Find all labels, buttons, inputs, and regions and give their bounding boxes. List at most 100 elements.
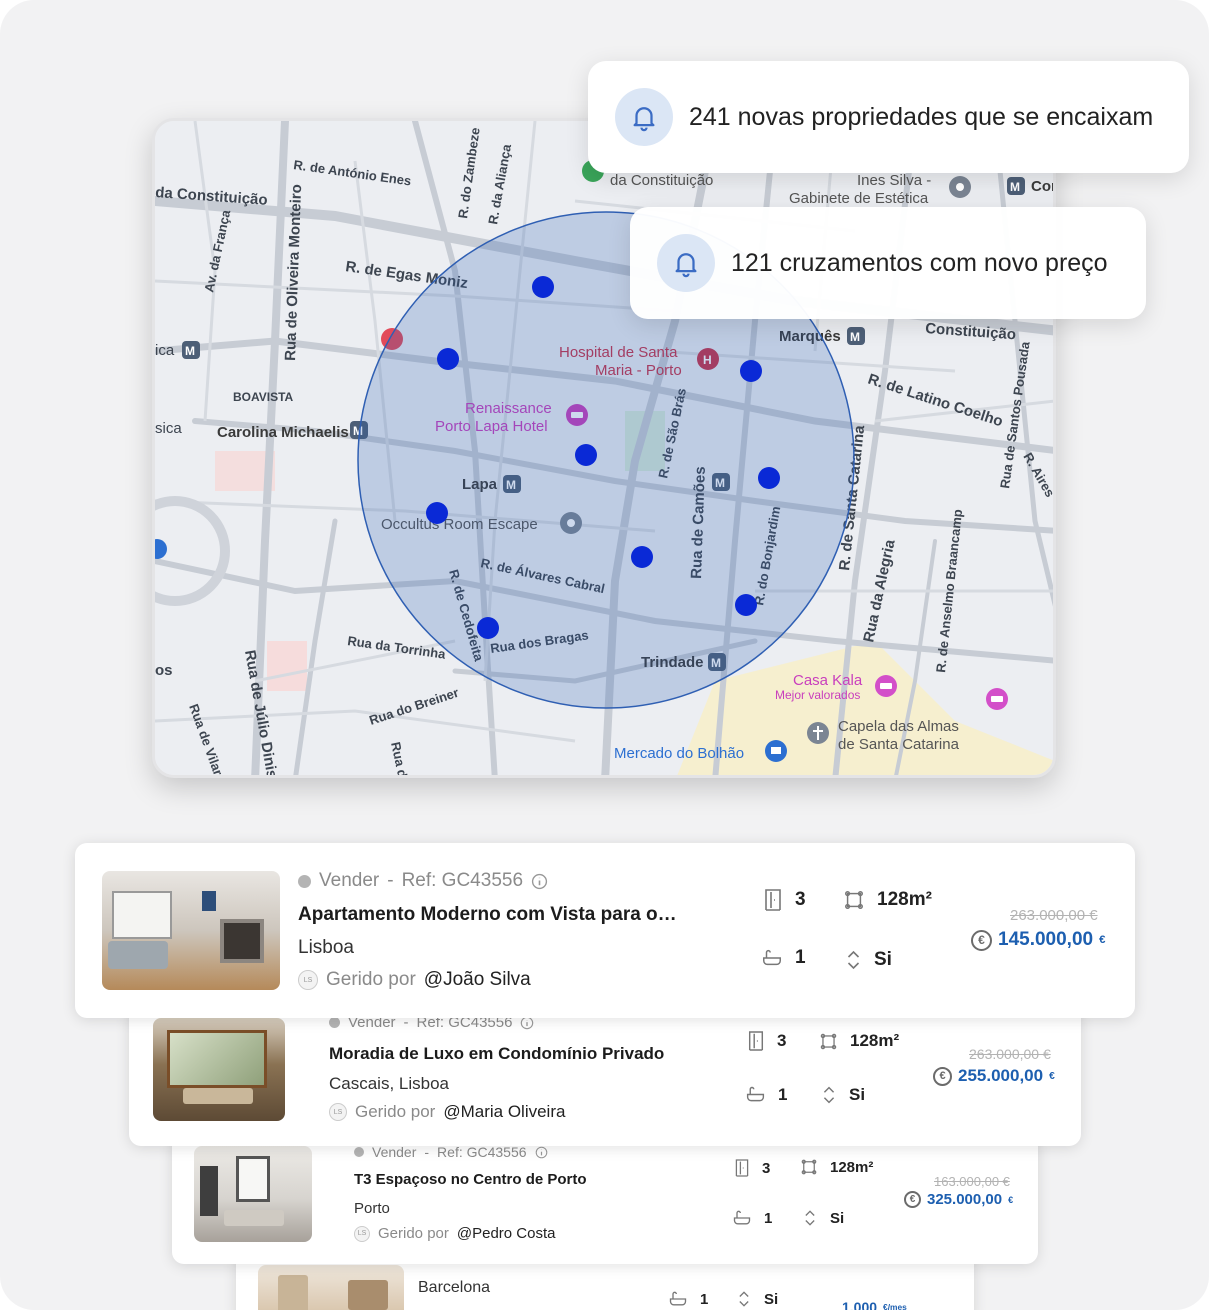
elevator-icon bbox=[823, 1086, 835, 1104]
area-icon bbox=[801, 1159, 817, 1175]
place-casa-kala-sub: Mejor valorados bbox=[775, 688, 860, 702]
status-dot bbox=[354, 1147, 364, 1157]
status-dot bbox=[329, 1017, 340, 1028]
hospital-area bbox=[267, 641, 307, 691]
svg-text:M: M bbox=[185, 344, 195, 358]
label-ica: ica bbox=[155, 342, 175, 359]
property-pin[interactable] bbox=[532, 276, 554, 298]
label-os: os bbox=[155, 662, 173, 679]
status-dot bbox=[298, 874, 311, 888]
spec-area: 128m² bbox=[819, 1031, 899, 1051]
bell-icon bbox=[657, 234, 715, 292]
place-casa-kala[interactable]: Casa Kala bbox=[793, 672, 863, 689]
spec-rooms: 3 bbox=[734, 1158, 770, 1178]
notification-text: 241 novas propriedades que se encaixam bbox=[689, 102, 1154, 131]
spec-baths: 1 bbox=[761, 947, 806, 969]
listing-title[interactable]: Apartamento Moderno com Vista para o… bbox=[298, 904, 677, 926]
listing-photo[interactable] bbox=[102, 871, 280, 990]
listing-card[interactable]: Vender - Ref: GC43556 Apartamento Modern… bbox=[75, 843, 1135, 1018]
property-pin[interactable] bbox=[740, 360, 762, 382]
euro-icon: € bbox=[904, 1191, 921, 1208]
listing-price: € 255.000,00 € bbox=[933, 1066, 1055, 1086]
area-icon bbox=[845, 891, 863, 909]
listing-photo[interactable] bbox=[258, 1265, 404, 1310]
door-icon bbox=[748, 1031, 764, 1051]
spec-baths: 1 bbox=[732, 1208, 772, 1228]
bath-icon bbox=[763, 949, 781, 966]
manager-name[interactable]: @Maria Oliveira bbox=[443, 1102, 565, 1122]
listing-old-price: 263.000,00 € bbox=[969, 1046, 1051, 1062]
place-ines-2[interactable]: Gabinete de Estética bbox=[789, 190, 929, 207]
elevator-icon bbox=[739, 1291, 749, 1307]
svg-text:M: M bbox=[1010, 180, 1020, 194]
listing-meta: Vender - Ref: GC43556 bbox=[354, 1144, 548, 1160]
manager-name[interactable]: @João Silva bbox=[424, 969, 531, 991]
notification-new-properties[interactable]: 241 novas propriedades que se encaixam bbox=[588, 61, 1189, 173]
spec-baths: 1 bbox=[668, 1289, 708, 1309]
listing-title[interactable]: T3 Espaçoso no Centro de Porto bbox=[354, 1171, 587, 1188]
place-carolina[interactable]: Carolina Michaelis bbox=[217, 424, 349, 441]
avatar: LS bbox=[329, 1103, 347, 1121]
place-capela-2[interactable]: de Santa Catarina bbox=[838, 736, 960, 753]
label-boavista: BOAVISTA bbox=[233, 390, 294, 404]
elevator-icon bbox=[847, 950, 860, 970]
listing-title[interactable]: Moradia de Luxo em Condomínio Privado bbox=[329, 1044, 664, 1064]
spec-area: 128m² bbox=[843, 889, 932, 911]
listing-location: Cascais, Lisboa bbox=[329, 1074, 450, 1093]
spec-area: 128m² bbox=[800, 1158, 873, 1176]
notification-text: 121 cruzamentos com novo preço bbox=[731, 248, 1108, 277]
property-pin[interactable] bbox=[735, 594, 757, 616]
listing-manager: LS Gerido por @João Silva bbox=[298, 969, 531, 991]
place-ines[interactable]: Ines Silva - bbox=[857, 172, 931, 189]
place-capela[interactable]: Capela das Almas bbox=[838, 718, 959, 735]
spec-rooms: 3 bbox=[747, 1030, 786, 1052]
svg-text:M: M bbox=[850, 330, 860, 344]
listing-card[interactable]: Vender - Ref: GC43556 Moradia de Luxo em… bbox=[129, 1000, 1081, 1146]
label-constituicao-top: da Constituição bbox=[610, 172, 713, 189]
door-icon bbox=[735, 1159, 749, 1177]
door-icon bbox=[765, 889, 781, 911]
app-frame: R. de António Enes R. do Zambeze R. da A… bbox=[0, 0, 1209, 1310]
listing-price: € 325.000,00 € bbox=[904, 1191, 1013, 1208]
listing-manager: LS Gerido por @Maria Oliveira bbox=[329, 1102, 565, 1122]
avatar: LS bbox=[298, 970, 318, 990]
spec-baths: 1 bbox=[745, 1084, 787, 1105]
property-pin[interactable] bbox=[477, 617, 499, 639]
bell-icon bbox=[615, 88, 673, 146]
listing-ref: Ref: GC43556 bbox=[401, 870, 524, 891]
listing-location: Porto bbox=[354, 1200, 390, 1217]
listing-status: Vender bbox=[319, 870, 380, 891]
listing-card[interactable]: Vender - Ref: GC43556 T3 Espaçoso no Cen… bbox=[172, 1128, 1038, 1264]
elevator-icon bbox=[805, 1210, 815, 1226]
property-pin[interactable] bbox=[575, 444, 597, 466]
spec-rooms: 3 bbox=[763, 888, 806, 912]
notification-price-matches[interactable]: 121 cruzamentos com novo preço bbox=[630, 207, 1146, 319]
property-pin[interactable] bbox=[758, 467, 780, 489]
listing-photo[interactable] bbox=[194, 1146, 312, 1242]
place-con[interactable]: Con bbox=[1031, 178, 1056, 195]
listing-location: Lisboa bbox=[298, 937, 354, 958]
listing-meta: Vender - Ref: GC43556 bbox=[298, 870, 548, 892]
info-icon[interactable] bbox=[531, 873, 548, 890]
listing-ref: Ref: GC43556 bbox=[437, 1144, 527, 1160]
spec-elevator: Si bbox=[821, 1084, 865, 1106]
place-mercado[interactable]: Mercado do Bolhão bbox=[614, 745, 744, 762]
property-pin[interactable] bbox=[437, 348, 459, 370]
spec-elevator: Si bbox=[802, 1208, 844, 1228]
manager-name[interactable]: @Pedro Costa bbox=[457, 1225, 556, 1242]
avatar: LS bbox=[354, 1225, 370, 1242]
bath-icon bbox=[746, 1086, 765, 1102]
spec-elevator: Si bbox=[736, 1289, 778, 1309]
listing-old-price: 163.000,00 € bbox=[934, 1174, 1010, 1189]
listing-price: 1.000 €/mes bbox=[842, 1299, 907, 1310]
listing-old-price: 263.000,00 € bbox=[1010, 907, 1098, 924]
info-icon[interactable] bbox=[535, 1146, 548, 1159]
spec-elevator: Si bbox=[845, 948, 892, 972]
listing-photo[interactable] bbox=[153, 1018, 285, 1121]
label-sica: sica bbox=[155, 420, 182, 437]
property-pin[interactable] bbox=[631, 546, 653, 568]
property-pin[interactable] bbox=[426, 502, 448, 524]
bath-icon bbox=[669, 1291, 687, 1306]
euro-icon: € bbox=[933, 1066, 952, 1086]
area-icon bbox=[820, 1033, 837, 1049]
